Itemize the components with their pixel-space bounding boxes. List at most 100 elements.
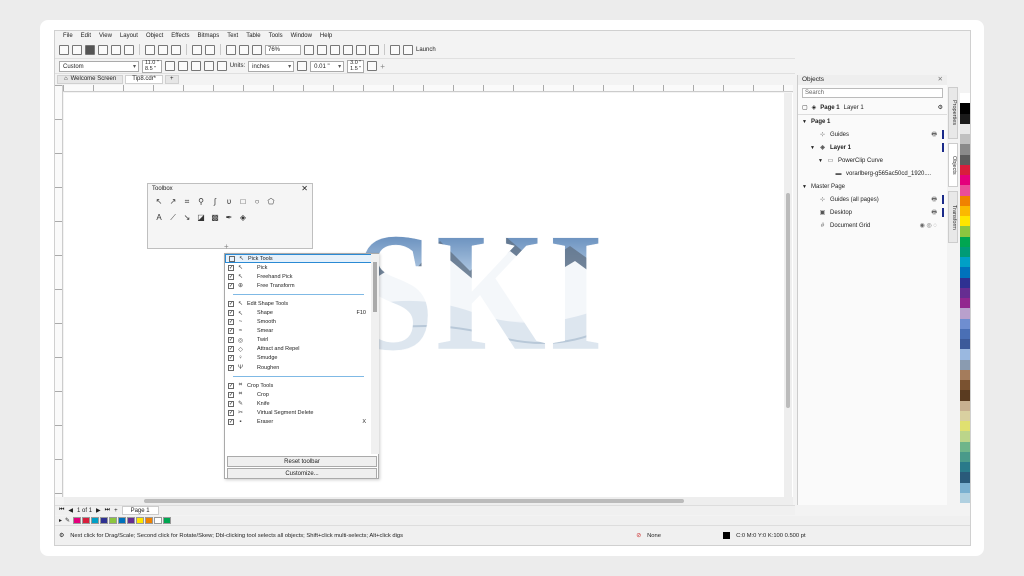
new-document-icon[interactable] [59, 44, 69, 55]
add-icon[interactable]: + [380, 62, 385, 71]
pick-tool-icon[interactable]: ↖ [154, 197, 164, 207]
duplicate-distance[interactable]: 3.0 " 1.5 " [347, 59, 365, 73]
text-tool-icon[interactable]: A [154, 213, 164, 223]
document-color-swatch[interactable] [118, 517, 127, 524]
checkbox[interactable]: ✓ [228, 328, 234, 335]
menu-object[interactable]: Object [142, 33, 167, 39]
connector-tool-icon[interactable]: ↘ [182, 213, 192, 223]
palette-color-swatch[interactable] [960, 492, 970, 503]
tab-transform[interactable]: Transform [948, 191, 958, 243]
menu-text[interactable]: Text [223, 33, 242, 39]
palette-color-swatch[interactable] [960, 287, 970, 298]
launch-label[interactable]: Launch [416, 47, 436, 53]
palette-color-swatch[interactable] [960, 431, 970, 442]
redo-icon[interactable] [205, 44, 215, 55]
document-color-swatch[interactable] [136, 517, 145, 524]
menu-help[interactable]: Help [316, 33, 336, 39]
nudge-distance-input[interactable]: 0.01 " [310, 60, 345, 72]
palette-color-swatch[interactable] [960, 472, 970, 483]
polygon-tool-icon[interactable]: ⬠ [266, 197, 276, 207]
palette-color-swatch[interactable] [960, 339, 970, 350]
document-color-swatch[interactable] [100, 517, 109, 524]
save-icon[interactable] [85, 44, 95, 55]
checkbox[interactable]: ✓ [228, 364, 234, 371]
paste-icon[interactable] [171, 44, 181, 55]
fill-none-icon[interactable]: ⊘ [636, 533, 641, 539]
printer-icon[interactable]: 🖶 [931, 195, 937, 205]
palette-color-swatch[interactable] [960, 144, 970, 155]
checkbox[interactable]: ✓ [228, 391, 234, 398]
bleed-icon[interactable] [367, 61, 378, 71]
cut-icon[interactable] [145, 44, 155, 55]
checkbox[interactable]: ✓ [228, 310, 234, 317]
palette-color-swatch[interactable] [960, 369, 970, 380]
menu-window[interactable]: Window [287, 33, 316, 39]
tool-item-freehand-pick[interactable]: ✓ ↖ Freehand Pick [225, 272, 372, 281]
page-height-value[interactable]: 8.5 " [145, 66, 159, 72]
object-tree-item[interactable]: ▼ ◈ Layer 1 [798, 141, 947, 154]
guidelines-icon[interactable] [356, 44, 366, 55]
vertical-scrollbar[interactable] [784, 93, 792, 497]
printer-icon[interactable]: 🖶 [931, 130, 937, 140]
eyedropper-icon[interactable]: ✒ [224, 213, 234, 223]
palette-color-swatch[interactable] [960, 277, 970, 288]
palette-color-swatch[interactable] [960, 257, 970, 268]
publish-pdf-icon[interactable] [252, 44, 262, 55]
palette-menu-icon[interactable]: ▸ [59, 517, 62, 524]
tab-welcome-screen[interactable]: ⌂ Welcome Screen [57, 75, 124, 84]
palette-color-swatch[interactable] [960, 216, 970, 227]
palette-color-swatch[interactable] [960, 298, 970, 309]
document-color-swatch[interactable] [127, 517, 136, 524]
first-page-icon[interactable]: ⏮ [59, 507, 64, 514]
tool-list-scrollbar[interactable] [371, 254, 379, 454]
menu-view[interactable]: View [95, 33, 116, 39]
close-icon[interactable]: ✕ [938, 75, 943, 85]
launch-icon[interactable] [403, 44, 413, 55]
palette-color-swatch[interactable] [960, 451, 970, 462]
checkbox[interactable]: ✓ [228, 319, 234, 326]
checkbox[interactable]: ✓ [228, 346, 234, 353]
object-tree-item[interactable]: ▣ Desktop 🖶 [798, 206, 947, 219]
palette-color-swatch[interactable] [960, 134, 970, 145]
crop-tool-icon[interactable]: ⌗ [182, 197, 192, 207]
rulers-icon[interactable] [330, 44, 340, 55]
artistic-media-icon[interactable]: ʋ [224, 197, 234, 207]
printer-icon[interactable]: 🖶 [931, 208, 937, 218]
grid-icon[interactable] [343, 44, 353, 55]
palette-color-swatch[interactable] [960, 482, 970, 493]
palette-color-swatch[interactable] [960, 308, 970, 319]
tool-item-pick[interactable]: ✓ ↖ Pick [225, 263, 372, 272]
outline-swatch[interactable] [723, 532, 731, 539]
document-color-swatch[interactable] [163, 517, 172, 524]
tool-item-knife[interactable]: ✓ ✎ Knife [225, 399, 372, 408]
menu-edit[interactable]: Edit [77, 33, 95, 39]
shape-tool-icon[interactable]: ↗ [168, 197, 178, 207]
export-icon[interactable] [239, 44, 249, 55]
zoom-tool-icon[interactable]: ⚲ [196, 197, 206, 207]
freehand-tool-icon[interactable]: ∫ [210, 197, 220, 207]
tool-item-twirl[interactable]: ✓ ◎ Twirl [225, 336, 372, 345]
palette-color-swatch[interactable] [960, 113, 970, 124]
menu-tools[interactable]: Tools [265, 33, 287, 39]
document-color-swatch[interactable] [145, 517, 154, 524]
tool-item-virtual-segment-delete[interactable]: ✓ ✂ Virtual Segment Delete [225, 408, 372, 417]
palette-color-swatch[interactable] [960, 328, 970, 339]
document-color-swatch[interactable] [82, 517, 91, 524]
eyedropper-icon[interactable]: ✎ [65, 517, 70, 524]
tab-document[interactable]: Tip8.cdr* [125, 75, 163, 84]
palette-color-swatch[interactable] [960, 246, 970, 257]
print-icon[interactable] [124, 44, 134, 55]
close-icon[interactable]: ✕ [301, 184, 308, 194]
cloud-icon[interactable] [98, 44, 108, 55]
object-tree-item[interactable]: ▬ vorarlberg-g565ac50cd_1920.... [798, 167, 947, 180]
checkbox[interactable]: ✓ [228, 282, 234, 289]
object-tree-item[interactable]: ⊹ Guides 🖶 [798, 128, 947, 141]
page-size-select[interactable]: Custom [59, 60, 139, 72]
tool-item-crop[interactable]: ✓ ⌗ Crop [225, 390, 372, 399]
menu-table[interactable]: Table [242, 33, 264, 39]
palette-color-swatch[interactable] [960, 103, 970, 114]
palette-color-swatch[interactable] [960, 267, 970, 278]
expand-toggle-icon[interactable]: ▼ [810, 145, 815, 151]
palette-color-swatch[interactable] [960, 236, 970, 247]
palette-color-swatch[interactable] [960, 410, 970, 421]
